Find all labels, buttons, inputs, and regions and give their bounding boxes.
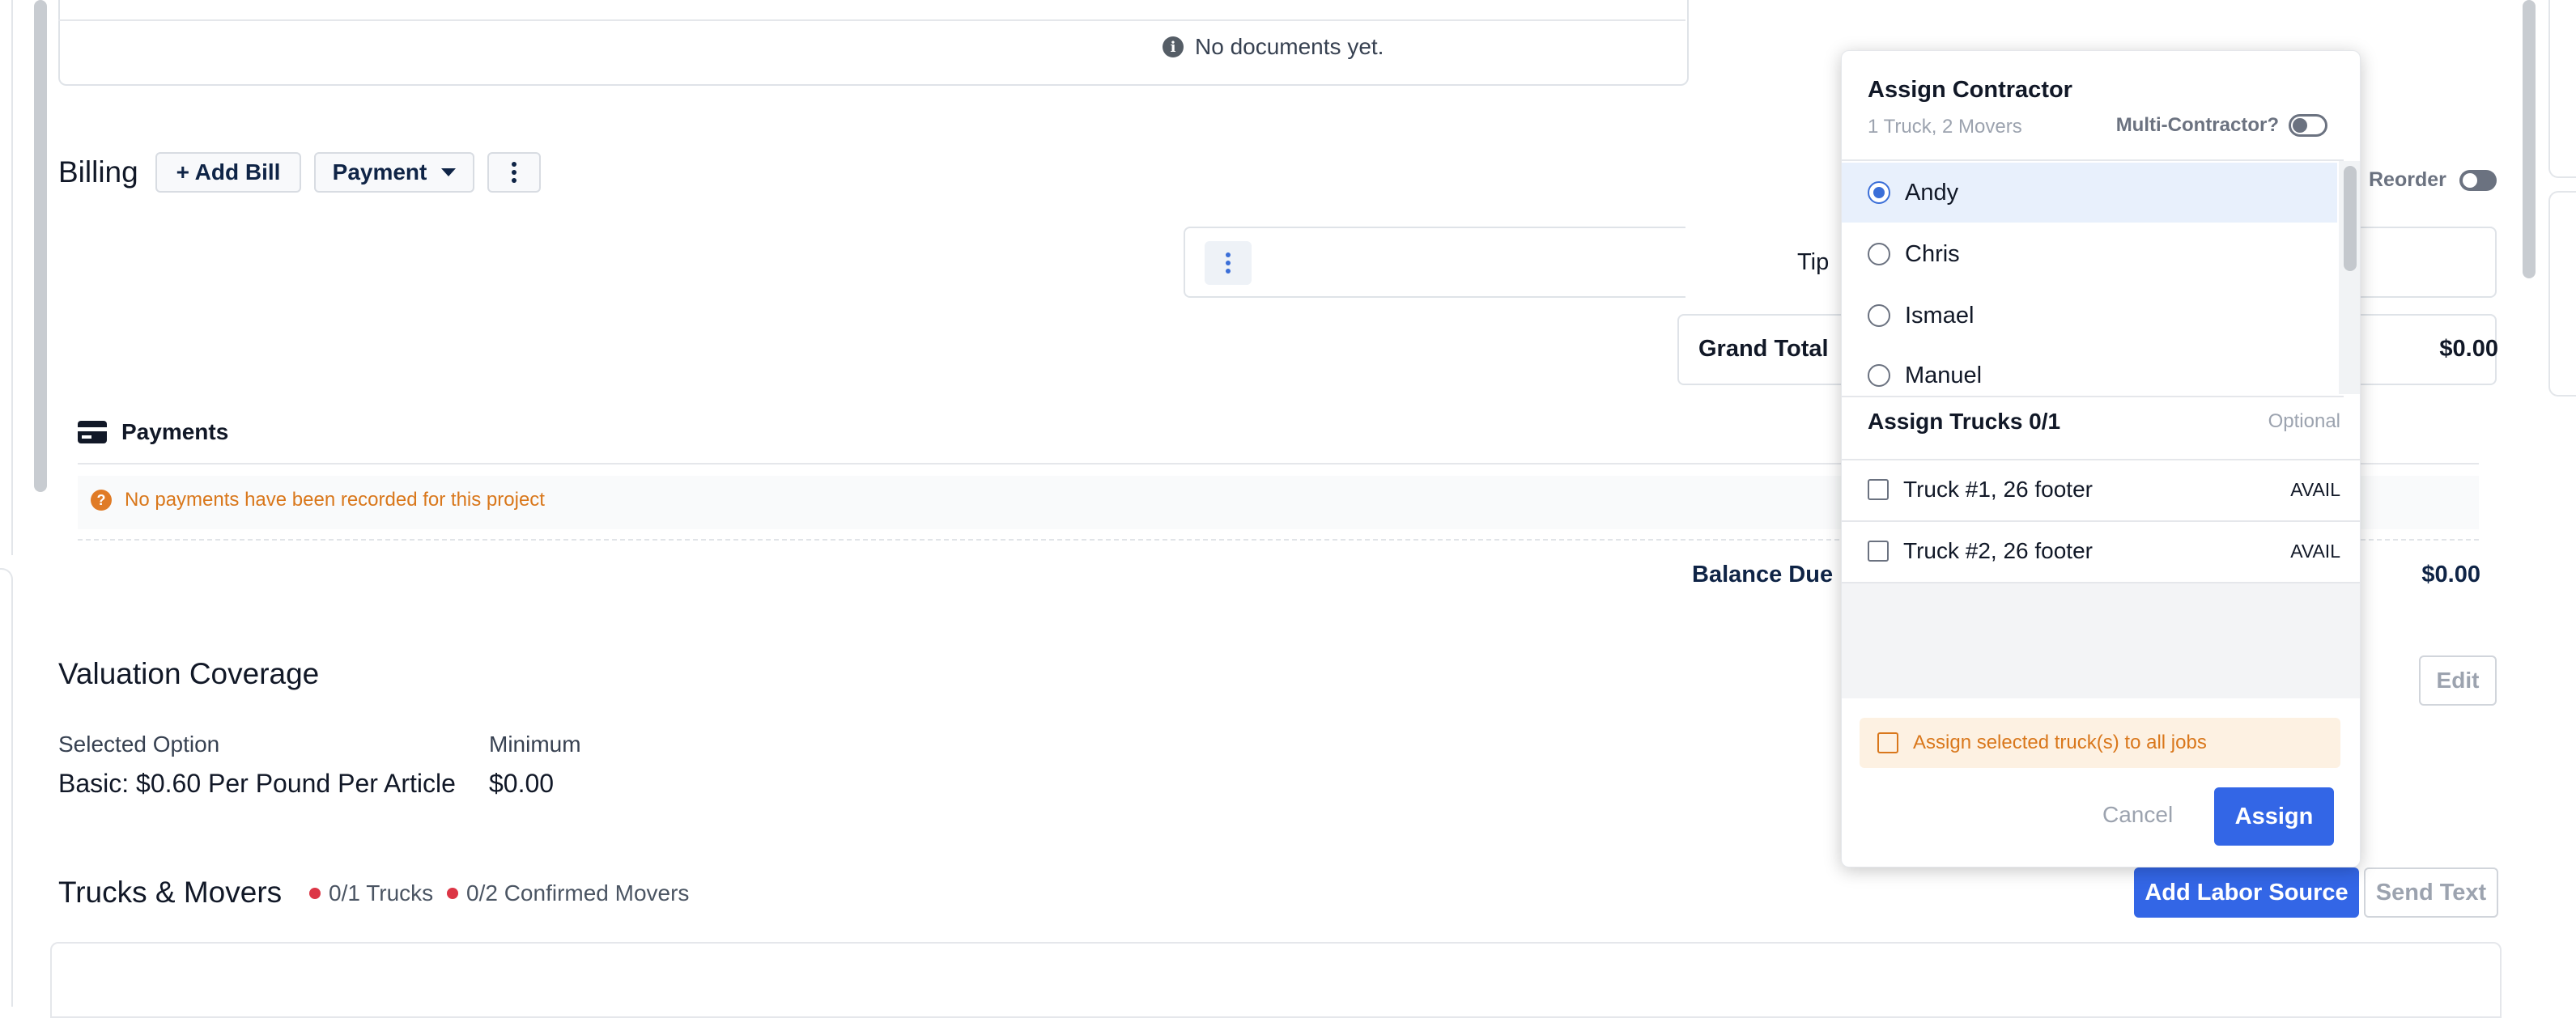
status-dot-icon [309,888,321,899]
page-scrollbar[interactable] [34,0,47,492]
radio-icon[interactable] [1868,304,1890,327]
radio-selected-icon[interactable] [1868,181,1890,204]
contractor-name: Ismael [1905,302,1975,329]
minimum-label: Minimum [489,732,581,757]
billing-title: Billing [58,155,138,189]
caret-down-icon [441,168,457,176]
truck-option[interactable]: Truck #1, 26 footer AVAIL [1842,459,2360,519]
multi-contractor-group[interactable]: Multi-Contractor? [2116,114,2327,137]
balance-due-value: $0.00 [2421,562,2480,587]
movers-status-text: 0/2 Confirmed Movers [466,880,690,906]
documents-divider [58,19,1685,21]
ellipsis-vertical-icon [512,162,516,183]
contractor-option[interactable]: Andy [1842,163,2337,223]
selected-option-value: Basic: $0.60 Per Pound Per Article [58,769,456,798]
ellipsis-vertical-icon [1226,252,1231,274]
trucks-status-badge: 0/1 Trucks [309,880,433,906]
question-icon: ? [91,490,112,511]
tip-label: Tip [1797,249,1830,275]
assign-contractor-popover: Assign Contractor 1 Truck, 2 Movers Mult… [1841,50,2361,867]
minimum-value: $0.00 [489,769,555,798]
left-panel-edge [0,0,13,555]
assign-button[interactable]: Assign [2214,787,2334,846]
payments-header: Payments [78,419,228,445]
payment-button-label: Payment [332,159,427,185]
assign-all-jobs-option[interactable]: Assign selected truck(s) to all jobs [1860,718,2340,768]
balance-due-label: Balance Due [1692,562,1834,587]
radio-icon[interactable] [1868,243,1890,265]
truck-status: AVAIL [2290,540,2340,562]
multi-contractor-label: Multi-Contractor? [2115,114,2279,136]
radio-icon[interactable] [1868,364,1890,387]
left-panel-edge-lower [0,568,13,1007]
reorder-label: Reorder [2369,168,2446,191]
grand-total-label: Grand Total [1698,336,1829,362]
checkbox-icon[interactable] [1877,732,1898,753]
reorder-toggle-group[interactable]: Reorder [2369,168,2497,192]
checkbox-icon[interactable] [1868,479,1889,500]
assign-all-jobs-label: Assign selected truck(s) to all jobs [1913,732,2207,753]
contractor-option[interactable]: Manuel [1842,346,2337,396]
valuation-edit-button[interactable]: Edit [2419,655,2497,706]
payment-dropdown-button[interactable]: Payment [314,152,474,193]
truck-option[interactable]: Truck #2, 26 footer AVAIL [1842,520,2360,580]
info-icon: i [1163,36,1184,57]
send-text-button[interactable]: Send Text [2364,867,2498,918]
right-panel-edge-lower [2548,191,2576,397]
contractor-list: Andy Chris Ismael Manuel [1842,159,2344,397]
documents-panel [58,0,1689,86]
content-scrollbar[interactable] [2523,0,2536,278]
popover-title: Assign Contractor [1868,77,2072,103]
contractor-option[interactable]: Ismael [1842,286,2337,346]
movers-status-badge: 0/2 Confirmed Movers [447,880,689,906]
contractor-list-scrollbar[interactable] [2344,166,2357,271]
assign-trucks-title: Assign Trucks 0/1 [1868,409,2061,434]
contractor-name: Chris [1905,240,1960,267]
tip-row-end [2357,227,2497,298]
contractor-option[interactable]: Chris [1842,224,2337,284]
grand-total-value: $0.00 [2439,336,2498,362]
reorder-toggle[interactable] [2459,169,2497,191]
assign-trucks-optional: Optional [2268,410,2340,432]
add-bill-button[interactable]: + Add Bill [155,152,301,193]
tip-row [1184,227,1685,298]
valuation-title: Valuation Coverage [58,657,320,690]
payments-empty-message: ? No payments have been recorded for thi… [91,489,545,511]
documents-empty-message: i No documents yet. [1163,34,1384,60]
payments-empty-text: No payments have been recorded for this … [125,489,545,511]
billing-more-button[interactable] [487,152,541,193]
truck-status: AVAIL [2290,478,2340,500]
status-dot-icon [447,888,458,899]
contractor-name: Manuel [1905,362,1983,388]
tip-menu-button[interactable] [1205,241,1252,285]
truck-name: Truck #1, 26 footer [1903,477,2093,502]
payments-title: Payments [121,419,229,444]
trucks-movers-panel [50,942,2502,1018]
trucks-list-empty-space [1842,582,2360,698]
multi-contractor-toggle[interactable] [2289,114,2327,137]
add-labor-source-button[interactable]: Add Labor Source [2134,867,2359,918]
truck-name: Truck #2, 26 footer [1903,538,2093,563]
checkbox-icon[interactable] [1868,541,1889,562]
credit-card-icon [78,421,107,443]
popover-subtitle: 1 Truck, 2 Movers [1868,116,2022,138]
cancel-button[interactable]: Cancel [2102,802,2173,828]
contractor-name: Andy [1905,179,1959,206]
documents-empty-text: No documents yet. [1195,34,1384,59]
trucks-movers-title: Trucks & Movers [58,876,283,909]
right-panel-edge [2548,0,2576,178]
selected-option-label: Selected Option [58,732,220,757]
trucks-status-text: 0/1 Trucks [329,880,434,906]
